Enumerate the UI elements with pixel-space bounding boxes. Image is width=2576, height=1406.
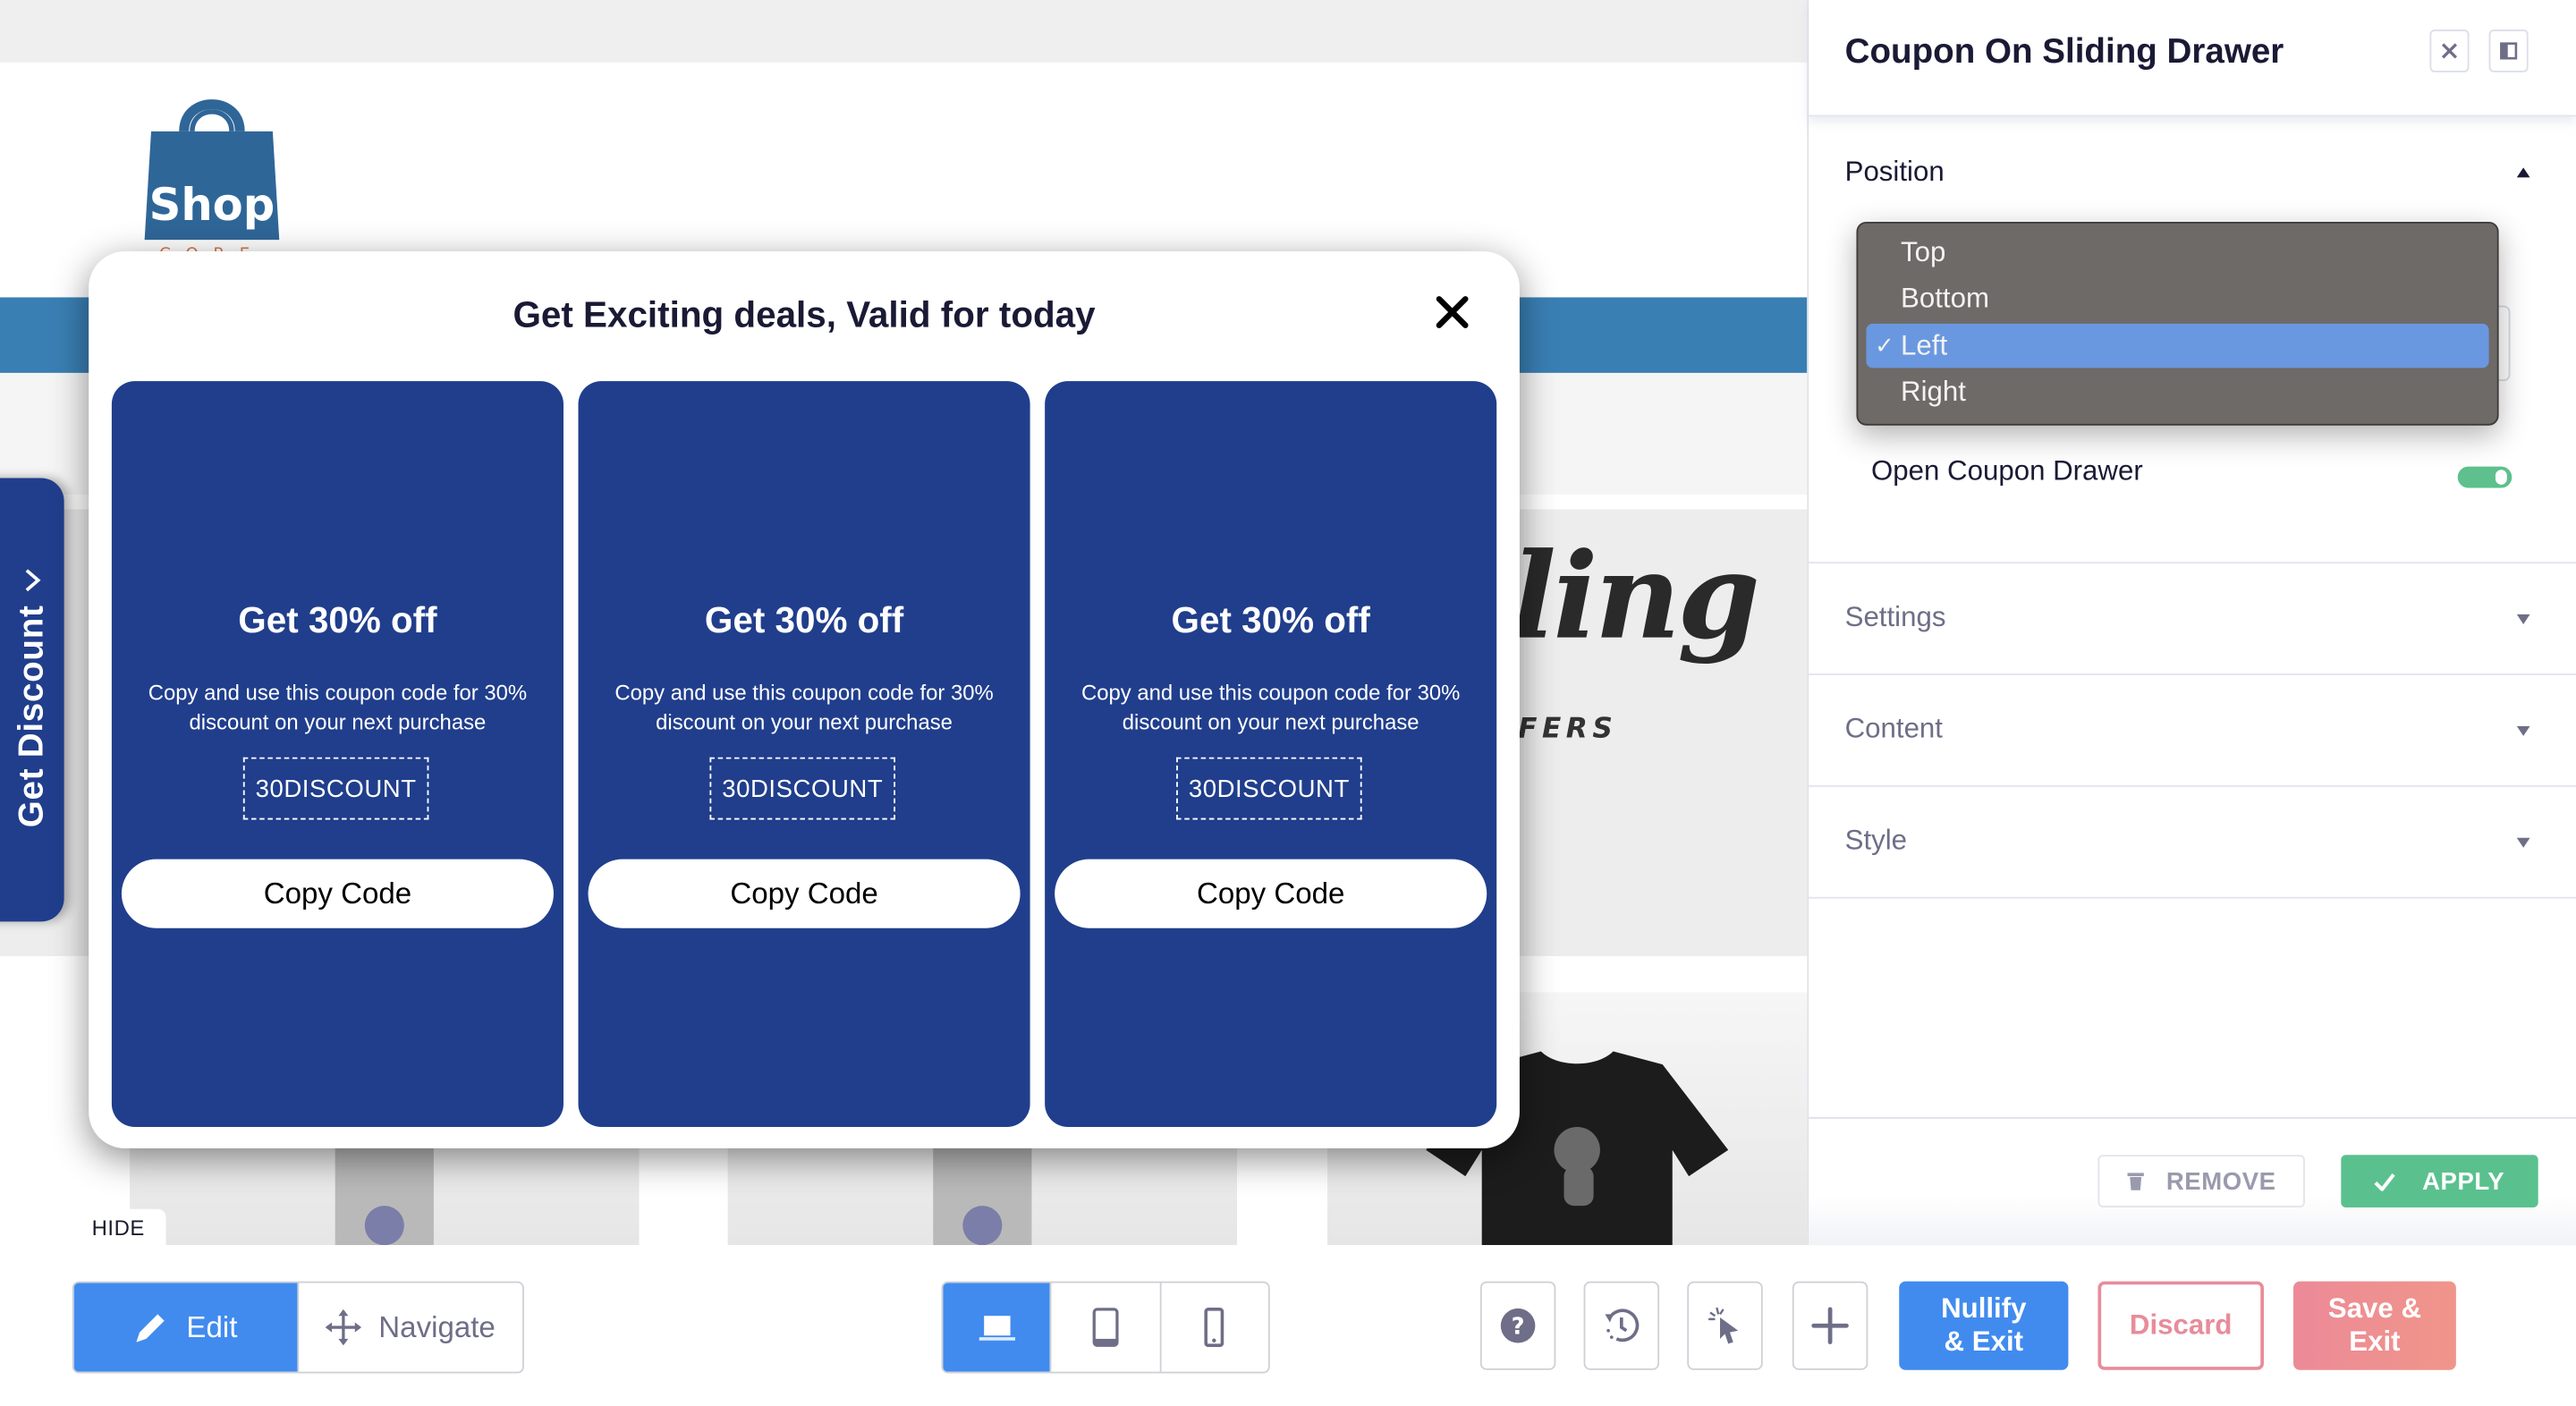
- caret-down-icon[interactable]: [2516, 837, 2530, 848]
- copy-code-button[interactable]: Copy Code: [121, 859, 554, 928]
- save-exit-button[interactable]: Save & Exit: [2293, 1281, 2456, 1370]
- device-tablet-button[interactable]: [1050, 1283, 1159, 1372]
- modal-title: Get Exciting deals, Valid for today: [513, 293, 1096, 335]
- coupon-title: Get 30% off: [238, 599, 437, 641]
- remove-label: REMOVE: [2165, 1166, 2276, 1196]
- plus-icon: [1811, 1307, 1849, 1344]
- open-coupon-drawer-toggle[interactable]: [2457, 466, 2512, 488]
- get-discount-tab[interactable]: Get Discount: [0, 478, 64, 922]
- section-style[interactable]: Style: [1809, 787, 2576, 899]
- device-switch: [941, 1281, 1270, 1374]
- laptop-icon: [979, 1316, 1015, 1341]
- panel-title: Coupon On Sliding Drawer: [1844, 32, 2284, 71]
- history-icon: [1605, 1309, 1640, 1342]
- shop-logo: Shop CORE: [138, 82, 285, 264]
- nullify-exit-button[interactable]: Nullify & Exit: [1899, 1281, 2069, 1370]
- close-icon: [2442, 43, 2458, 59]
- check-icon: [2375, 1173, 2396, 1190]
- hide-button[interactable]: HIDE: [70, 1208, 166, 1246]
- dropdown-option-left[interactable]: ✓ Left: [1866, 323, 2489, 368]
- navigate-label: Navigate: [378, 1309, 496, 1343]
- dropdown-option-top[interactable]: Top: [1866, 230, 2488, 275]
- section-content[interactable]: Content: [1809, 675, 2576, 787]
- section-style-label[interactable]: Style: [1845, 825, 1907, 858]
- discard-button[interactable]: Discard: [2097, 1281, 2264, 1370]
- help-button[interactable]: ?: [1479, 1281, 1556, 1370]
- position-dropdown-menu: Top Bottom ✓ Left Right: [1856, 221, 2499, 426]
- coupon-card: Get 30% off Copy and use this coupon cod…: [578, 381, 1030, 1127]
- close-panel-button[interactable]: [2429, 30, 2470, 72]
- cursor-click-icon: [1708, 1307, 1739, 1344]
- section-settings[interactable]: Settings: [1809, 563, 2576, 675]
- coupon-description: Copy and use this coupon code for 30% di…: [1080, 680, 1461, 735]
- coupon-description: Copy and use this coupon code for 30% di…: [614, 680, 994, 735]
- site-preview-canvas: Shop CORE ling FERS: [0, 0, 1808, 1246]
- sidebar-toggle-icon: [2500, 42, 2518, 60]
- svg-text:?: ?: [1512, 1313, 1525, 1340]
- open-coupon-drawer-label: Open Coupon Drawer: [1871, 454, 2143, 487]
- svg-text:Shop: Shop: [149, 179, 275, 231]
- edit-mode-button[interactable]: Edit: [73, 1283, 298, 1372]
- section-content-label[interactable]: Content: [1845, 713, 1943, 746]
- preview-top-strip: [0, 0, 1808, 63]
- edit-label: Edit: [186, 1309, 238, 1343]
- remove-button[interactable]: REMOVE: [2097, 1155, 2305, 1207]
- select-element-button[interactable]: [1687, 1281, 1763, 1370]
- phone-icon: [1204, 1308, 1224, 1348]
- coupon-code: 30DISCOUNT: [242, 757, 429, 820]
- copy-code-button[interactable]: Copy Code: [1055, 859, 1487, 928]
- device-mobile-button[interactable]: [1159, 1283, 1268, 1372]
- trash-icon: [2126, 1173, 2144, 1190]
- coupon-card: Get 30% off Copy and use this coupon cod…: [1045, 381, 1497, 1127]
- help-icon: ?: [1500, 1308, 1536, 1343]
- navigate-mode-button[interactable]: Navigate: [297, 1283, 522, 1372]
- section-position-label[interactable]: Position: [1845, 156, 1945, 189]
- toggle-knob: [2495, 470, 2507, 485]
- tablet-icon: [1092, 1308, 1119, 1347]
- close-icon[interactable]: [1433, 292, 1472, 332]
- panel-header: Coupon On Sliding Drawer: [1809, 0, 2576, 117]
- apply-button[interactable]: APPLY: [2341, 1155, 2538, 1207]
- add-element-button[interactable]: [1792, 1281, 1868, 1370]
- apply-label: APPLY: [2422, 1166, 2505, 1196]
- chevron-right-icon: [22, 563, 42, 601]
- pencil-icon: [137, 1314, 165, 1342]
- dropdown-option-right[interactable]: Right: [1866, 369, 2488, 414]
- history-button[interactable]: [1583, 1281, 1660, 1370]
- dropdown-option-bottom[interactable]: Bottom: [1866, 276, 2488, 321]
- coupon-code: 30DISCOUNT: [1176, 757, 1362, 820]
- coupon-card: Get 30% off Copy and use this coupon cod…: [111, 381, 564, 1127]
- get-discount-label: Get Discount: [12, 605, 51, 828]
- coupon-description: Copy and use this coupon code for 30% di…: [148, 680, 528, 735]
- coupon-modal: Get Exciting deals, Valid for today Get …: [89, 251, 1520, 1148]
- move-arrows-icon: [326, 1309, 362, 1346]
- mode-switch: Edit Navigate: [72, 1281, 524, 1374]
- coupon-title: Get 30% off: [1171, 599, 1370, 641]
- caret-up-icon[interactable]: [2516, 167, 2530, 178]
- caret-down-icon[interactable]: [2516, 614, 2530, 624]
- device-desktop-button[interactable]: [943, 1283, 1051, 1372]
- banner-sub-text: FERS: [1518, 713, 1618, 746]
- banner-script-text: ling: [1511, 525, 1760, 665]
- coupon-code: 30DISCOUNT: [709, 757, 896, 820]
- caret-down-icon[interactable]: [2516, 725, 2530, 736]
- settings-panel: Coupon On Sliding Drawer Position Settin…: [1807, 0, 2576, 1248]
- copy-code-button[interactable]: Copy Code: [588, 859, 1021, 928]
- dock-panel-button[interactable]: [2488, 30, 2529, 72]
- section-settings-label[interactable]: Settings: [1845, 601, 1946, 634]
- checkmark-icon: ✓: [1875, 332, 1894, 359]
- coupon-title: Get 30% off: [704, 599, 904, 641]
